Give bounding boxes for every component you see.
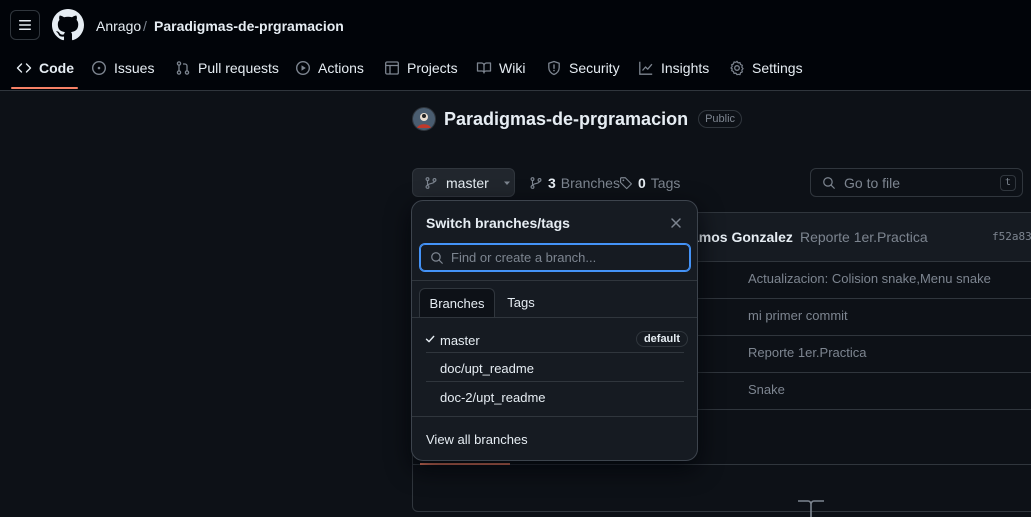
code-icon bbox=[16, 63, 32, 73]
branches-count: 3 bbox=[548, 175, 556, 191]
tab-projects[interactable]: Projects bbox=[384, 60, 458, 76]
branch-search-field[interactable] bbox=[419, 243, 691, 272]
go-to-file-input[interactable]: Go to file t bbox=[810, 168, 1023, 197]
commit-sha[interactable]: f52a831 bbox=[992, 230, 1031, 243]
divider bbox=[426, 352, 684, 353]
hamburger-icon bbox=[19, 20, 31, 30]
pull-request-icon bbox=[176, 61, 190, 75]
tags-count: 0 bbox=[638, 175, 646, 191]
branch-selector-button[interactable]: master bbox=[412, 168, 515, 197]
tab-label: Settings bbox=[752, 60, 803, 76]
divider bbox=[426, 381, 684, 382]
divider bbox=[412, 280, 697, 281]
tab-label: Projects bbox=[407, 60, 458, 76]
repo-name[interactable]: Paradigmas-de-prgramacion bbox=[444, 109, 688, 130]
divider bbox=[412, 416, 697, 417]
dropdown-title: Switch branches/tags bbox=[426, 215, 570, 231]
github-logo-icon[interactable] bbox=[52, 9, 84, 41]
tab-code[interactable]: Code bbox=[16, 60, 74, 76]
file-commit-message[interactable]: Reporte 1er.Practica bbox=[748, 345, 867, 360]
tab-issues[interactable]: Issues bbox=[91, 60, 154, 76]
tab-label: Insights bbox=[661, 60, 710, 76]
table-icon bbox=[385, 61, 399, 75]
tab-actions[interactable]: Actions bbox=[295, 60, 364, 76]
close-icon[interactable] bbox=[670, 217, 682, 229]
breadcrumb-owner[interactable]: Anrago bbox=[96, 18, 141, 34]
branch-search-input[interactable] bbox=[451, 248, 681, 267]
breadcrumb-separator: / bbox=[143, 18, 147, 34]
branch-icon bbox=[530, 177, 542, 189]
book-icon bbox=[476, 62, 492, 74]
visibility-badge: Public bbox=[698, 110, 743, 128]
branch-name: doc/upt_readme bbox=[440, 361, 534, 376]
branch-item-master[interactable]: master default bbox=[419, 326, 688, 354]
tags-link[interactable]: 0 Tags bbox=[619, 175, 680, 191]
divider bbox=[412, 317, 697, 318]
hamburger-menu-button[interactable] bbox=[10, 10, 40, 40]
issue-icon bbox=[91, 60, 107, 76]
tab-branches[interactable]: Branches bbox=[419, 288, 495, 317]
branch-item-doc-2-upt-readme[interactable]: doc-2/upt_readme bbox=[419, 383, 685, 411]
tab-security[interactable]: Security bbox=[546, 60, 620, 76]
branches-label: Branches bbox=[560, 175, 620, 191]
gear-icon bbox=[730, 60, 744, 76]
keyboard-shortcut: t bbox=[1000, 175, 1016, 191]
tab-label: Security bbox=[569, 60, 620, 76]
book-icon bbox=[798, 500, 824, 517]
tab-label: Issues bbox=[114, 60, 155, 76]
caret-down-icon bbox=[503, 181, 510, 185]
branches-link[interactable]: 3 Branches bbox=[529, 175, 620, 191]
tags-label: Tags bbox=[650, 175, 681, 191]
tab-wiki[interactable]: Wiki bbox=[476, 60, 525, 76]
tab-label: Actions bbox=[318, 60, 364, 76]
go-to-file-placeholder: Go to file bbox=[844, 174, 901, 191]
view-all-branches-link[interactable]: View all branches bbox=[426, 432, 528, 447]
repo-title: Paradigmas-de-prgramacion Public bbox=[412, 107, 743, 131]
default-badge: default bbox=[635, 331, 688, 347]
search-icon bbox=[431, 252, 443, 264]
tab-insights[interactable]: Insights bbox=[638, 60, 709, 76]
check-icon bbox=[425, 335, 435, 343]
readme-tab-underline bbox=[420, 463, 510, 465]
tab-pull-requests[interactable]: Pull requests bbox=[175, 60, 279, 76]
tag-icon bbox=[620, 177, 632, 190]
shield-icon bbox=[548, 60, 560, 76]
graph-icon bbox=[639, 61, 653, 75]
commit-message[interactable]: Reporte 1er.Practica bbox=[800, 229, 928, 245]
tab-settings[interactable]: Settings bbox=[729, 60, 803, 76]
breadcrumb-repo[interactable]: Paradigmas-de-prgramacion bbox=[154, 18, 344, 34]
search-icon bbox=[823, 176, 835, 189]
branch-name: master bbox=[446, 174, 489, 191]
file-commit-message[interactable]: mi primer commit bbox=[748, 308, 848, 323]
branch-switcher-dropdown: Switch branches/tags Branches Tags maste… bbox=[411, 200, 698, 461]
commit-author[interactable]: amos Gonzalez bbox=[691, 229, 793, 245]
branch-name: master bbox=[440, 333, 480, 348]
global-header: Anrago / Paradigmas-de-prgramacion Code … bbox=[0, 0, 1031, 91]
active-tab-underline bbox=[11, 87, 78, 89]
play-icon bbox=[295, 60, 311, 76]
avatar[interactable] bbox=[412, 107, 436, 131]
tab-label: Code bbox=[39, 60, 74, 76]
file-commit-message[interactable]: Actualizacion: Colision snake,Menu snake bbox=[748, 271, 991, 286]
tab-label: Pull requests bbox=[198, 60, 279, 76]
branch-icon bbox=[425, 176, 437, 189]
tab-label: Wiki bbox=[499, 60, 526, 76]
branch-item-doc-upt-readme[interactable]: doc/upt_readme bbox=[419, 354, 685, 382]
tab-tags[interactable]: Tags bbox=[500, 288, 542, 317]
branch-name: doc-2/upt_readme bbox=[440, 390, 546, 405]
file-commit-message[interactable]: Snake bbox=[748, 382, 785, 397]
